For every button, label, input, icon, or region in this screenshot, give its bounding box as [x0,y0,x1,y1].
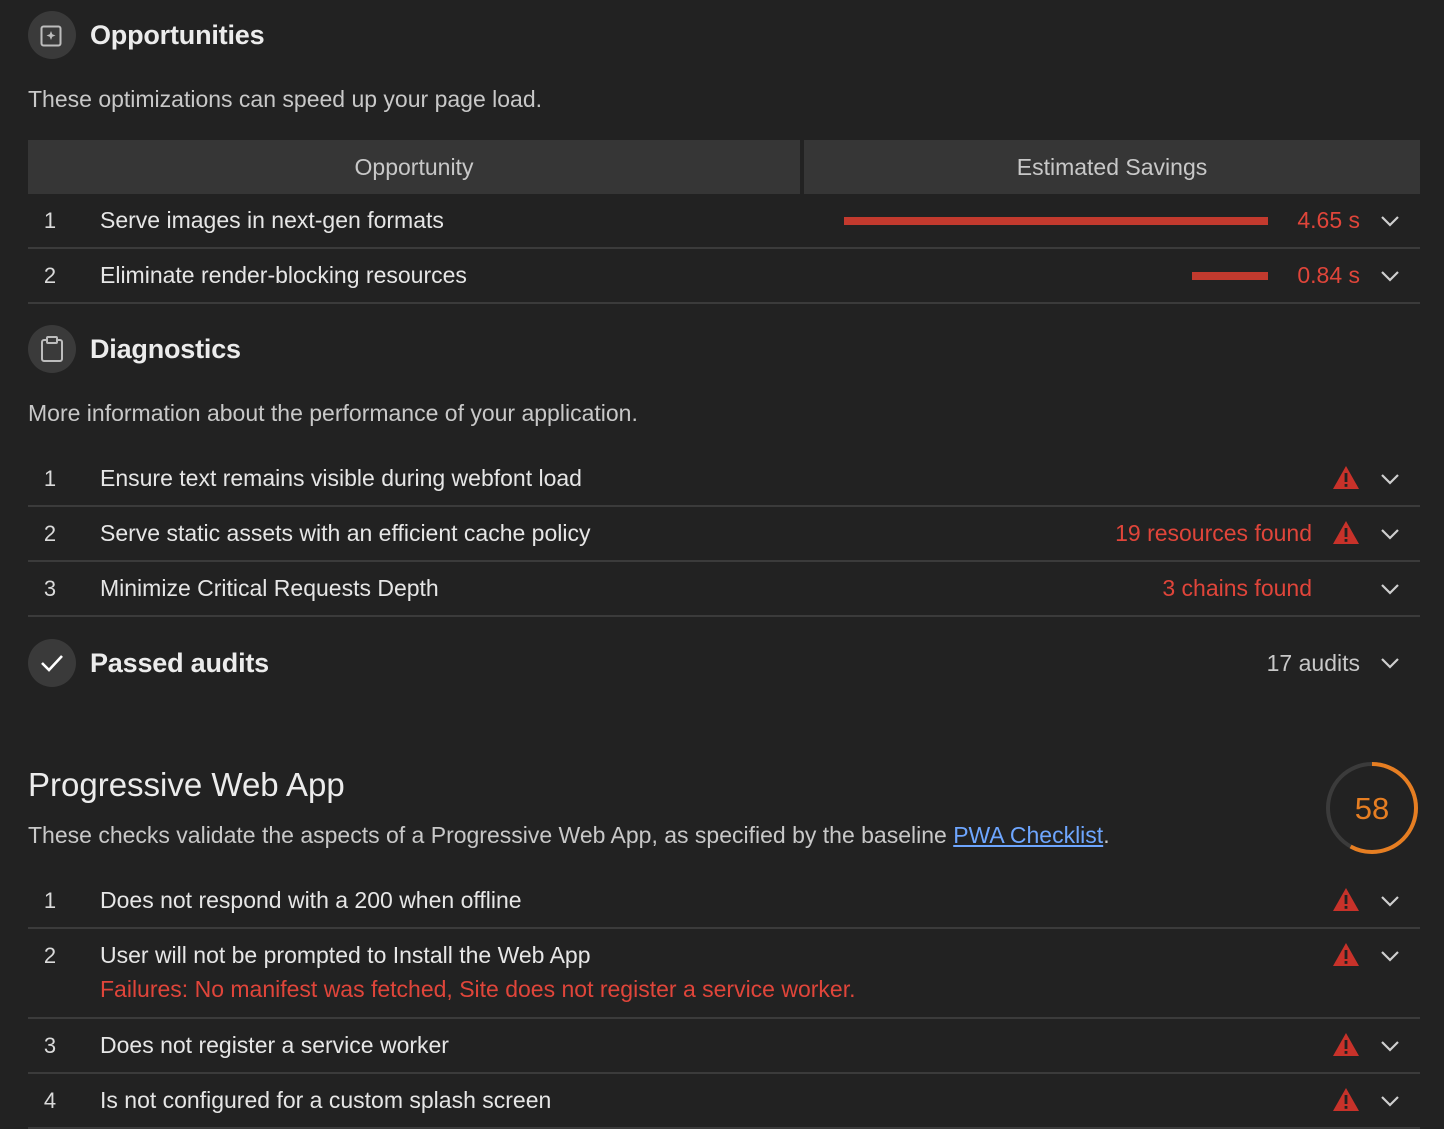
chevron-down-icon[interactable] [1360,1019,1420,1072]
row-title: User will not be prompted to Install the… [100,942,591,968]
row-title: Serve images in next-gen formats [100,207,444,233]
row-title: Does not respond with a 200 when offline [100,887,522,913]
savings-value: 4.65 s [1297,207,1360,233]
diagnostics-header: Diagnostics [28,317,728,381]
warning-triangle-icon [1332,942,1360,970]
warning-triangle-icon [1332,465,1360,493]
clipboard-icon [28,325,76,373]
chevron-down-icon[interactable] [1360,562,1420,615]
row-right: 4.65 s [844,194,1420,247]
opportunities-table-header: Opportunity Estimated Savings [28,140,1420,194]
column-estimated-savings: Estimated Savings [804,140,1420,194]
row-number: 3 [43,1032,57,1058]
row-title: Does not register a service worker [100,1032,449,1058]
pwa-description-end: . [1103,822,1110,848]
pwa-description: These checks validate the aspects of a P… [28,822,1110,849]
chevron-down-icon[interactable] [1360,874,1420,927]
pwa-checklist-link[interactable]: PWA Checklist [953,822,1103,848]
savings-value: 0.84 s [1297,262,1360,288]
chevron-down-icon[interactable] [1360,249,1420,302]
pwa-audit-row[interactable]: 1 Does not respond with a 200 when offli… [28,874,1420,929]
row-title: Serve static assets with an efficient ca… [100,520,591,546]
pwa-audit-row[interactable]: 3 Does not register a service worker [28,1019,1420,1074]
diagnostic-detail: 19 resources found [1115,520,1312,546]
opportunity-row[interactable]: 1 Serve images in next-gen formats 4.65 … [28,194,1420,249]
passed-audits-header[interactable]: Passed audits 17 audits [28,631,1420,695]
row-right: 0.84 s [1192,249,1420,302]
chevron-down-icon[interactable] [1360,507,1420,560]
pwa-score-value: 58 [1355,791,1389,826]
row-right: 19 resources found [1115,507,1420,560]
row-title: Is not configured for a custom splash sc… [100,1087,552,1113]
row-number: 2 [43,943,57,968]
pwa-category-title: Progressive Web App [28,766,345,803]
diagnostics-title: Diagnostics [90,333,241,364]
diagnostics-description: More information about the performance o… [28,400,638,426]
row-right [1332,874,1420,927]
opportunities-header: Opportunities [28,3,728,67]
opportunities-icon [28,11,76,59]
opportunity-row[interactable]: 2 Eliminate render-blocking resources 0.… [28,249,1420,304]
chevron-down-icon[interactable] [1360,194,1420,247]
pwa-audit-list: 1 Does not respond with a 200 when offli… [28,874,1420,1129]
pwa-description-text: These checks validate the aspects of a P… [28,822,954,848]
failure-message: Failures: No manifest was fetched, Site … [100,976,856,1002]
warning-triangle-icon [1332,520,1360,548]
row-title: Eliminate render-blocking resources [100,262,467,288]
diagnostics-list: 1 Ensure text remains visible during web… [28,452,1420,617]
row-right [1332,1019,1420,1072]
row-number: 3 [43,575,57,601]
passed-audits-title: Passed audits [90,647,269,678]
row-number: 1 [43,207,57,233]
column-opportunity: Opportunity [28,140,800,194]
row-title: Minimize Critical Requests Depth [100,575,439,601]
pwa-score-gauge[interactable]: 58 [1324,760,1420,856]
row-right [1332,929,1420,982]
row-number: 4 [43,1087,57,1113]
chevron-down-icon[interactable] [1360,929,1420,982]
chevron-down-icon[interactable] [1360,1074,1420,1127]
opportunities-description: These optimizations can speed up your pa… [28,86,542,112]
row-number: 2 [43,520,57,546]
checkmark-icon [28,639,76,687]
warning-triangle-icon [1332,1087,1360,1115]
diagnostic-row[interactable]: 1 Ensure text remains visible during web… [28,452,1420,507]
row-number: 1 [43,887,57,913]
savings-bar [844,216,1268,225]
diagnostic-row[interactable]: 2 Serve static assets with an efficient … [28,507,1420,562]
row-title: Ensure text remains visible during webfo… [100,465,582,491]
chevron-down-icon[interactable] [1360,452,1420,505]
chevron-down-icon[interactable] [1360,631,1420,695]
passed-audits-count: 17 audits [1266,649,1360,676]
row-number: 2 [43,262,57,288]
row-right [1332,1074,1420,1127]
diagnostic-row[interactable]: 3 Minimize Critical Requests Depth 3 cha… [28,562,1420,617]
diagnostic-detail: 3 chains found [1162,575,1312,601]
opportunities-title: Opportunities [90,19,265,50]
pwa-audit-row[interactable]: 4 Is not configured for a custom splash … [28,1074,1420,1129]
warning-triangle-icon [1332,1032,1360,1060]
row-right: 3 chains found [1162,562,1420,615]
pwa-audit-row[interactable]: 2 User will not be prompted to Install t… [28,929,1420,1019]
opportunities-list: 1 Serve images in next-gen formats 4.65 … [28,194,1420,304]
row-number: 1 [43,465,57,491]
passed-audits-right: 17 audits [1267,631,1420,695]
row-right [1332,452,1420,505]
savings-bar [1192,271,1268,280]
warning-triangle-icon [1332,887,1360,915]
